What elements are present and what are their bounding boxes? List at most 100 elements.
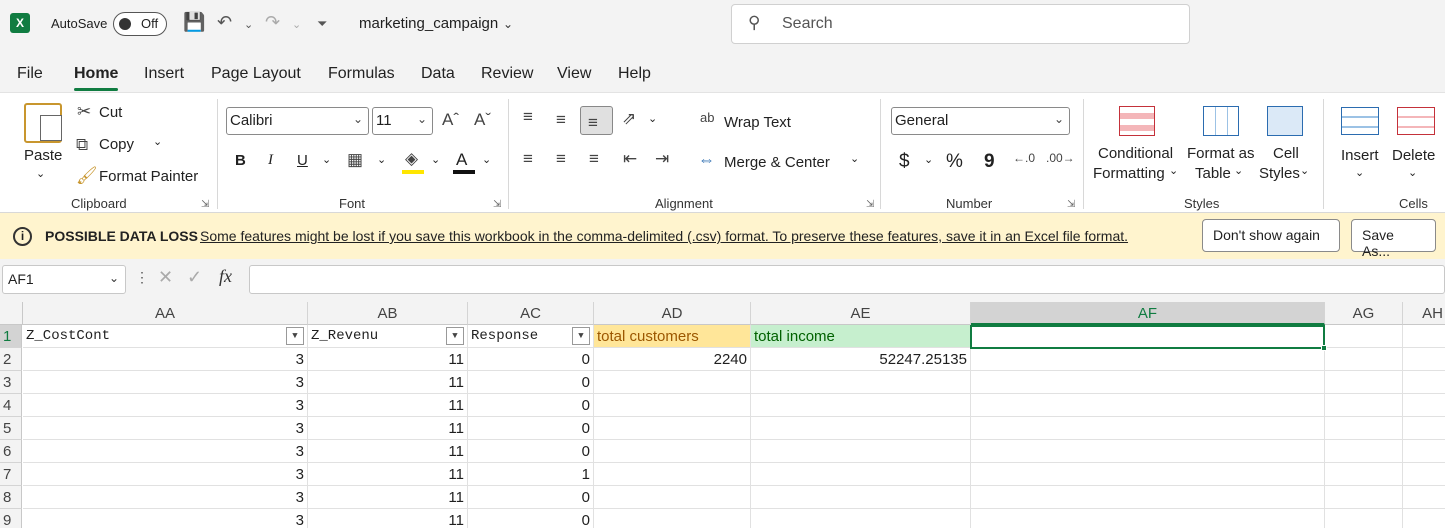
font-color-dropdown-icon[interactable]: ⌄ [482, 153, 491, 166]
cell-styles-line1[interactable]: Cell [1273, 145, 1299, 162]
table-cell[interactable]: 3 [23, 394, 308, 417]
total-income-value[interactable]: 52247.25135 [751, 348, 971, 371]
align-middle-icon[interactable]: ≡ [556, 110, 566, 130]
decrease-indent-icon[interactable]: ⇤ [623, 149, 637, 169]
column-header-aa[interactable]: AA [23, 302, 308, 325]
align-right-icon[interactable]: ≡ [589, 149, 599, 169]
table-cell[interactable]: 11 [308, 463, 468, 486]
table-cell[interactable]: 11 [308, 348, 468, 371]
conditional-formatting-line1[interactable]: Conditional [1098, 145, 1173, 162]
select-all-corner[interactable] [0, 302, 23, 325]
number-launcher-icon[interactable]: ⇲ [1067, 199, 1075, 210]
fill-color-icon[interactable]: ◈ [405, 149, 418, 169]
tab-home[interactable]: Home [74, 65, 119, 91]
delete-cells-button[interactable]: Delete [1392, 147, 1435, 164]
filter-dropdown-icon[interactable]: ▼ [446, 327, 464, 345]
column-header-ab[interactable]: AB [308, 302, 468, 325]
row-header[interactable]: 6 [0, 440, 22, 463]
column-header-ac[interactable]: AC [468, 302, 594, 325]
tab-view[interactable]: View [557, 65, 591, 83]
chevron-down-icon[interactable]: ⌄ [503, 17, 513, 31]
format-as-table-line1[interactable]: Format as [1187, 145, 1255, 162]
font-size-select[interactable]: 11 ⌄ [372, 107, 433, 135]
column-header-ae[interactable]: AE [751, 302, 971, 325]
orientation-icon[interactable]: ⇗ [622, 109, 636, 129]
table-header-cell[interactable]: Response ▼ [468, 325, 594, 348]
table-cell[interactable]: 11 [308, 394, 468, 417]
total-income-header[interactable]: total income [751, 325, 971, 348]
copy-icon[interactable]: ⧉ [76, 135, 88, 155]
table-cell[interactable]: 0 [468, 509, 594, 528]
redo-dropdown-icon[interactable]: ⌄ [292, 18, 301, 31]
font-color-icon[interactable]: A [456, 150, 467, 170]
total-customers-value[interactable]: 2240 [594, 348, 751, 371]
table-cell[interactable]: 0 [468, 417, 594, 440]
alignment-launcher-icon[interactable]: ⇲ [866, 199, 874, 210]
tab-data[interactable]: Data [421, 65, 455, 83]
table-cell[interactable]: 0 [468, 371, 594, 394]
table-cell[interactable]: 11 [308, 440, 468, 463]
save-icon[interactable]: 💾 [183, 12, 205, 33]
insert-cells-button[interactable]: Insert [1341, 147, 1379, 164]
notification-message[interactable]: Some features might be lost if you save … [200, 228, 1128, 244]
decrease-font-icon[interactable]: Aˇ [474, 110, 491, 130]
table-cell[interactable]: 11 [308, 486, 468, 509]
table-cell[interactable]: 0 [468, 348, 594, 371]
table-cell[interactable]: 3 [23, 417, 308, 440]
merge-dropdown-icon[interactable]: ⌄ [850, 152, 859, 165]
row-header[interactable]: 5 [0, 417, 22, 440]
percent-button[interactable]: % [946, 151, 963, 173]
row-header[interactable]: 9 [0, 509, 22, 528]
format-painter-button[interactable]: Format Painter [99, 168, 198, 185]
delete-dropdown-icon[interactable]: ⌄ [1408, 166, 1417, 179]
table-cell[interactable]: 0 [468, 486, 594, 509]
row-header[interactable]: 8 [0, 486, 22, 509]
paste-dropdown-icon[interactable]: ⌄ [36, 167, 45, 180]
tab-help[interactable]: Help [618, 65, 651, 83]
underline-button[interactable]: U [297, 152, 308, 169]
comma-button[interactable]: 9 [984, 151, 995, 173]
align-left-icon[interactable]: ≡ [523, 149, 533, 169]
format-painter-icon[interactable]: 🖌 [76, 166, 98, 186]
table-cell[interactable]: 3 [23, 463, 308, 486]
clipboard-launcher-icon[interactable]: ⇲ [201, 199, 209, 210]
redo-icon[interactable]: ↷ [265, 12, 280, 33]
insert-dropdown-icon[interactable]: ⌄ [1355, 166, 1364, 179]
filter-dropdown-icon[interactable]: ▼ [286, 327, 304, 345]
row-header[interactable]: 2 [0, 348, 22, 371]
align-top-icon[interactable]: ≡ [523, 107, 533, 127]
delete-cells-icon[interactable] [1397, 107, 1435, 135]
autosave-toggle[interactable]: Off [113, 12, 167, 36]
table-cell[interactable]: 11 [308, 371, 468, 394]
row-header[interactable]: 7 [0, 463, 22, 486]
bold-button[interactable]: B [235, 152, 246, 169]
table-cell[interactable]: 3 [23, 348, 308, 371]
table-cell[interactable]: 11 [308, 417, 468, 440]
filter-dropdown-icon[interactable]: ▼ [572, 327, 590, 345]
column-header-ah[interactable]: AH [1403, 302, 1445, 325]
cancel-icon[interactable]: ✕ [158, 267, 173, 288]
row-header[interactable]: 1 [0, 325, 22, 348]
undo-dropdown-icon[interactable]: ⌄ [244, 18, 253, 31]
orientation-dropdown-icon[interactable]: ⌄ [648, 112, 657, 125]
format-as-table-icon[interactable] [1203, 106, 1239, 136]
total-customers-header[interactable]: total customers [594, 325, 751, 348]
search-box[interactable]: ⚲ Search [731, 4, 1190, 44]
font-launcher-icon[interactable]: ⇲ [493, 199, 501, 210]
borders-icon[interactable]: ▦ [347, 150, 363, 170]
insert-function-icon[interactable]: fx [219, 266, 232, 287]
column-header-ag[interactable]: AG [1325, 302, 1403, 325]
undo-icon[interactable]: ↶ [217, 12, 232, 33]
font-family-select[interactable]: Calibri ⌄ [226, 107, 369, 135]
italic-button[interactable]: I [268, 152, 273, 169]
table-cell[interactable]: 11 [308, 509, 468, 528]
tab-insert[interactable]: Insert [144, 65, 184, 83]
table-cell[interactable]: 0 [468, 440, 594, 463]
tab-formulas[interactable]: Formulas [328, 65, 395, 83]
column-header-af[interactable]: AF [971, 302, 1325, 325]
table-cell[interactable]: 3 [23, 440, 308, 463]
fill-handle[interactable] [1321, 345, 1327, 351]
underline-dropdown-icon[interactable]: ⌄ [322, 153, 331, 166]
currency-button[interactable]: $ [899, 151, 910, 173]
cell[interactable] [1403, 325, 1445, 348]
